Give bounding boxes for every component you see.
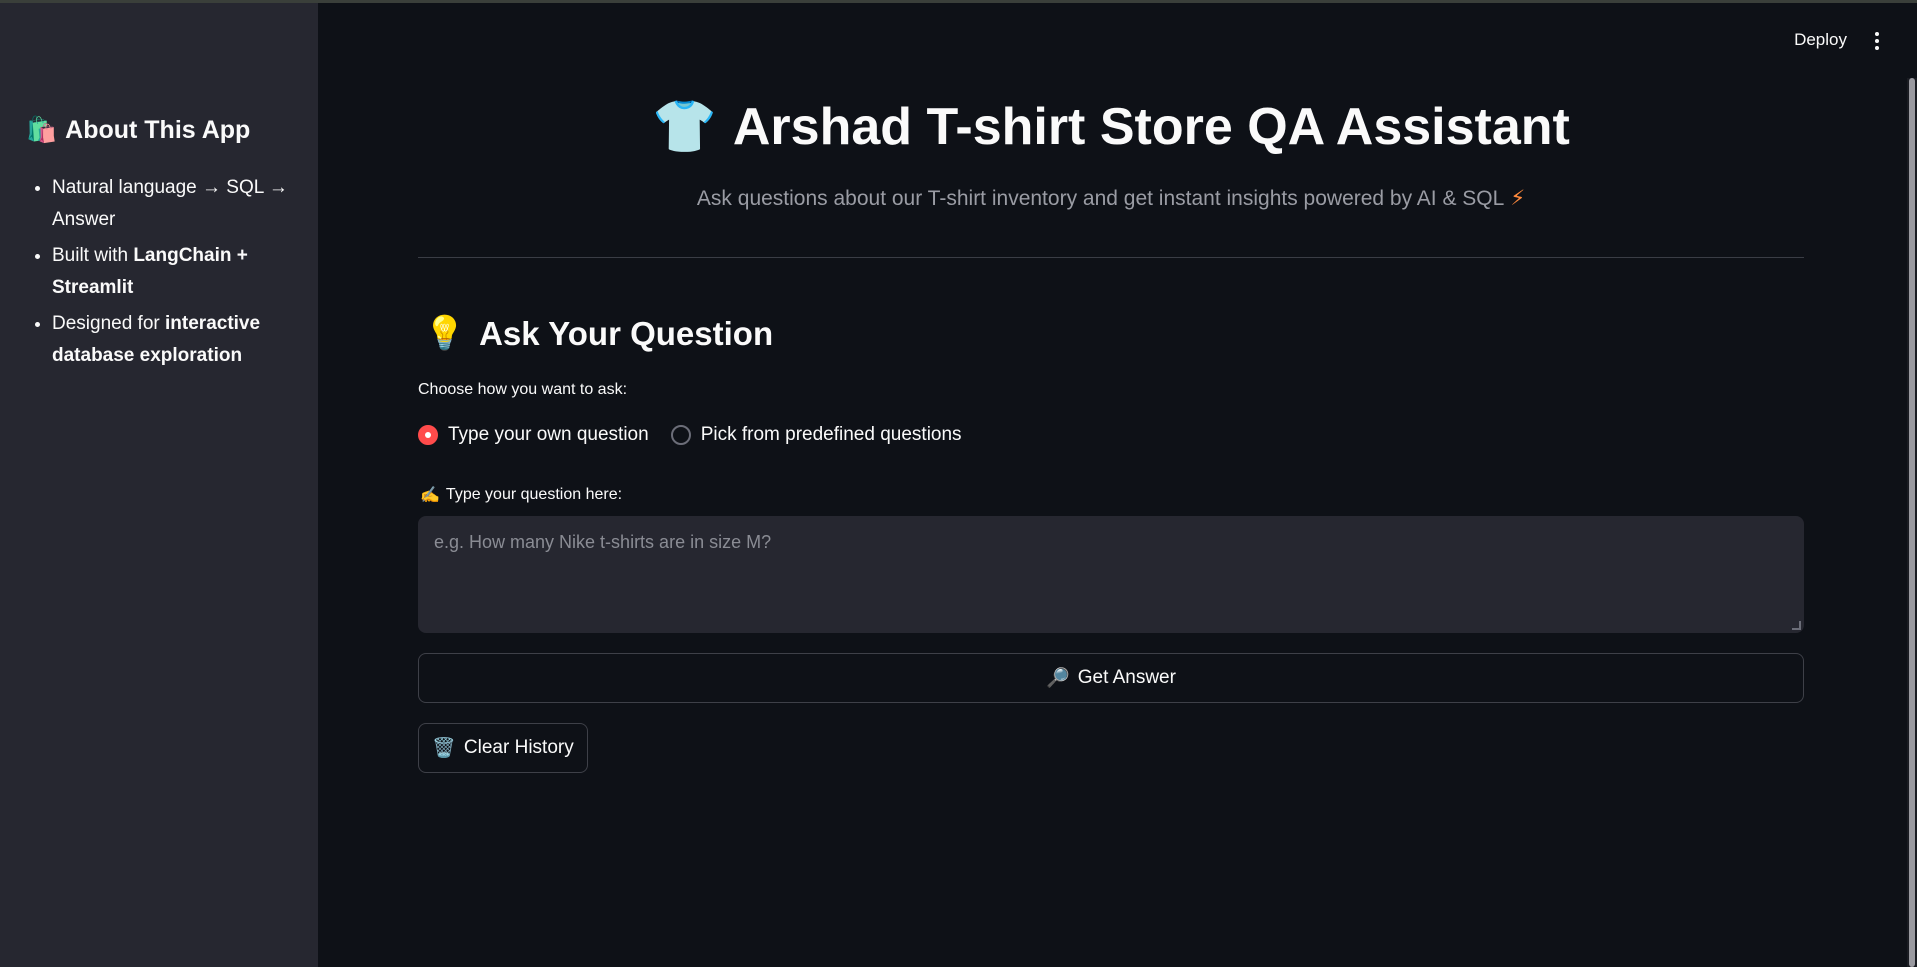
resize-handle-icon[interactable] (1792, 621, 1801, 630)
kebab-menu-icon[interactable] (1871, 30, 1883, 52)
radio-pick-predefined[interactable]: Pick from predefined questions (670, 424, 962, 446)
subtitle-text: Ask questions about our T-shirt inventor… (696, 187, 1505, 210)
list-item-text: Natural language → SQL → Answer (52, 177, 288, 230)
question-input-label-text: Type your question here: (445, 486, 623, 503)
wastebasket-icon: 🗑️ (432, 738, 456, 759)
get-answer-button[interactable]: 🔎 Get Answer (418, 653, 1804, 703)
list-item-text: Built with (52, 245, 134, 266)
ask-mode-label: Choose how you want to ask: (418, 381, 628, 398)
sidebar-title-text: About This App (65, 116, 251, 144)
tshirt-icon: 👕 (652, 98, 717, 156)
sidebar-feature-list: Natural language → SQL → Answer Built wi… (52, 172, 292, 376)
get-answer-label: Get Answer (1077, 667, 1176, 688)
list-item: Natural language → SQL → Answer (52, 172, 292, 236)
radio-unselected-icon[interactable] (670, 425, 691, 445)
section-title-text: Ask Your Question (479, 314, 774, 352)
lightbulb-icon: 💡 (424, 314, 466, 351)
lightning-icon: ⚡ (1510, 187, 1526, 210)
list-item-text: Designed for (52, 313, 166, 334)
page-subtitle: Ask questions about our T-shirt inventor… (418, 186, 1804, 211)
top-border (0, 0, 1917, 3)
page-title-text: Arshad T-shirt Store QA Assistant (732, 98, 1570, 156)
sidebar: 🛍️ About This App Natural language → SQL… (0, 0, 318, 967)
main-area: Deploy 👕 Arshad T-shirt Store QA Assistan… (318, 0, 1917, 967)
list-item: Built with LangChain + Streamlit (52, 240, 292, 304)
shopping-bags-icon: 🛍️ (26, 116, 58, 144)
sidebar-title: 🛍️ About This App (26, 116, 250, 145)
radio-option-label: Pick from predefined questions (700, 424, 962, 445)
list-item: Designed for interactive database explor… (52, 308, 292, 372)
question-input-label: ✍️ Type your question here: (420, 485, 622, 505)
radio-type-own-question[interactable]: Type your own question (418, 424, 649, 446)
page-title: 👕 Arshad T-shirt Store QA Assistant (418, 96, 1804, 157)
radio-option-label: Type your own question (448, 424, 649, 445)
writing-hand-icon: ✍️ (420, 487, 440, 504)
deploy-button[interactable]: Deploy (1794, 30, 1847, 50)
scrollbar[interactable] (1907, 78, 1917, 967)
question-input[interactable] (418, 516, 1804, 633)
ask-mode-radio-group: Type your own question Pick from predefi… (418, 424, 962, 446)
clear-history-button[interactable]: 🗑️ Clear History (418, 723, 588, 773)
radio-selected-icon[interactable] (418, 425, 438, 445)
section-title: 💡 Ask Your Question (424, 314, 773, 353)
scrollbar-thumb[interactable] (1909, 78, 1915, 967)
magnifier-icon: 🔎 (1046, 668, 1070, 689)
clear-history-label: Clear History (463, 737, 574, 758)
divider (418, 257, 1804, 258)
